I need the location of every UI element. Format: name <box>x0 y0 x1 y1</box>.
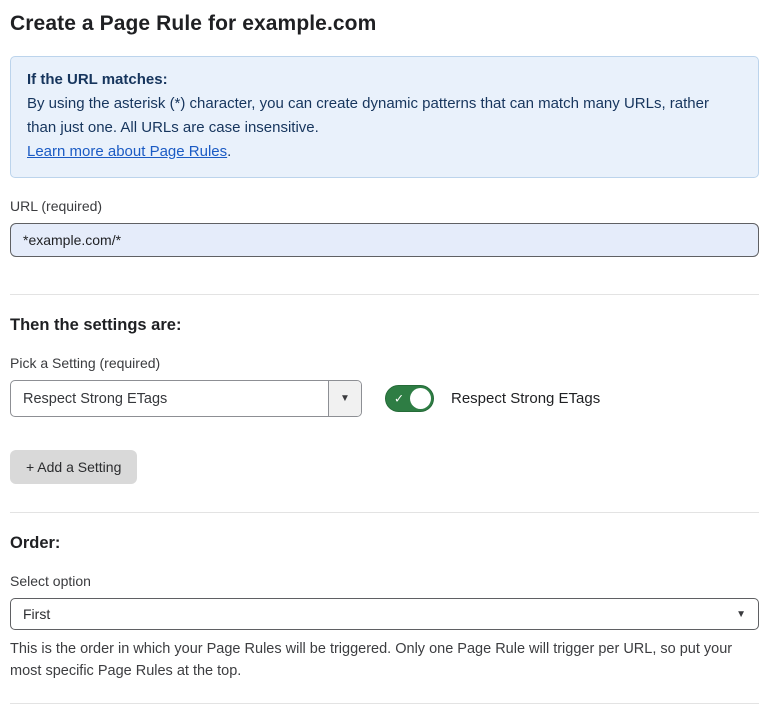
order-help-text: This is the order in which your Page Rul… <box>10 638 759 682</box>
order-select[interactable]: First ▼ <box>10 598 759 630</box>
chevron-down-icon: ▼ <box>736 609 746 620</box>
url-input[interactable] <box>10 223 759 257</box>
order-select-value: First <box>23 606 50 622</box>
link-suffix: . <box>227 143 231 160</box>
toggle-label: Respect Strong ETags <box>451 390 600 407</box>
add-setting-button[interactable]: + Add a Setting <box>10 450 137 484</box>
pick-setting-label: Pick a Setting (required) <box>10 355 759 371</box>
setting-row: Respect Strong ETags ▼ ✓ Respect Strong … <box>10 380 759 417</box>
info-box-link-line: Learn more about Page Rules. <box>27 140 742 164</box>
learn-more-link[interactable]: Learn more about Page Rules <box>27 143 227 160</box>
create-page-rule-form: Create a Page Rule for example.com If th… <box>0 0 769 718</box>
setting-select[interactable]: Respect Strong ETags ▼ <box>10 380 362 417</box>
respect-strong-etags-toggle[interactable]: ✓ <box>385 385 434 412</box>
chevron-down-icon: ▼ <box>340 393 350 404</box>
page-title: Create a Page Rule for example.com <box>10 12 759 36</box>
setting-select-value: Respect Strong ETags <box>11 381 328 416</box>
section-divider <box>10 512 759 513</box>
check-icon: ✓ <box>394 392 404 404</box>
toggle-knob <box>410 388 431 409</box>
footer-divider <box>10 703 759 704</box>
info-box-heading: If the URL matches: <box>27 68 742 92</box>
order-section-heading: Order: <box>10 534 759 553</box>
setting-select-caret-button[interactable]: ▼ <box>328 381 361 416</box>
url-matches-info-box: If the URL matches: By using the asteris… <box>10 56 759 178</box>
section-divider <box>10 294 759 295</box>
settings-section-heading: Then the settings are: <box>10 316 759 335</box>
order-select-label: Select option <box>10 573 759 589</box>
url-field-label: URL (required) <box>10 198 759 214</box>
info-box-body: By using the asterisk (*) character, you… <box>27 92 742 140</box>
